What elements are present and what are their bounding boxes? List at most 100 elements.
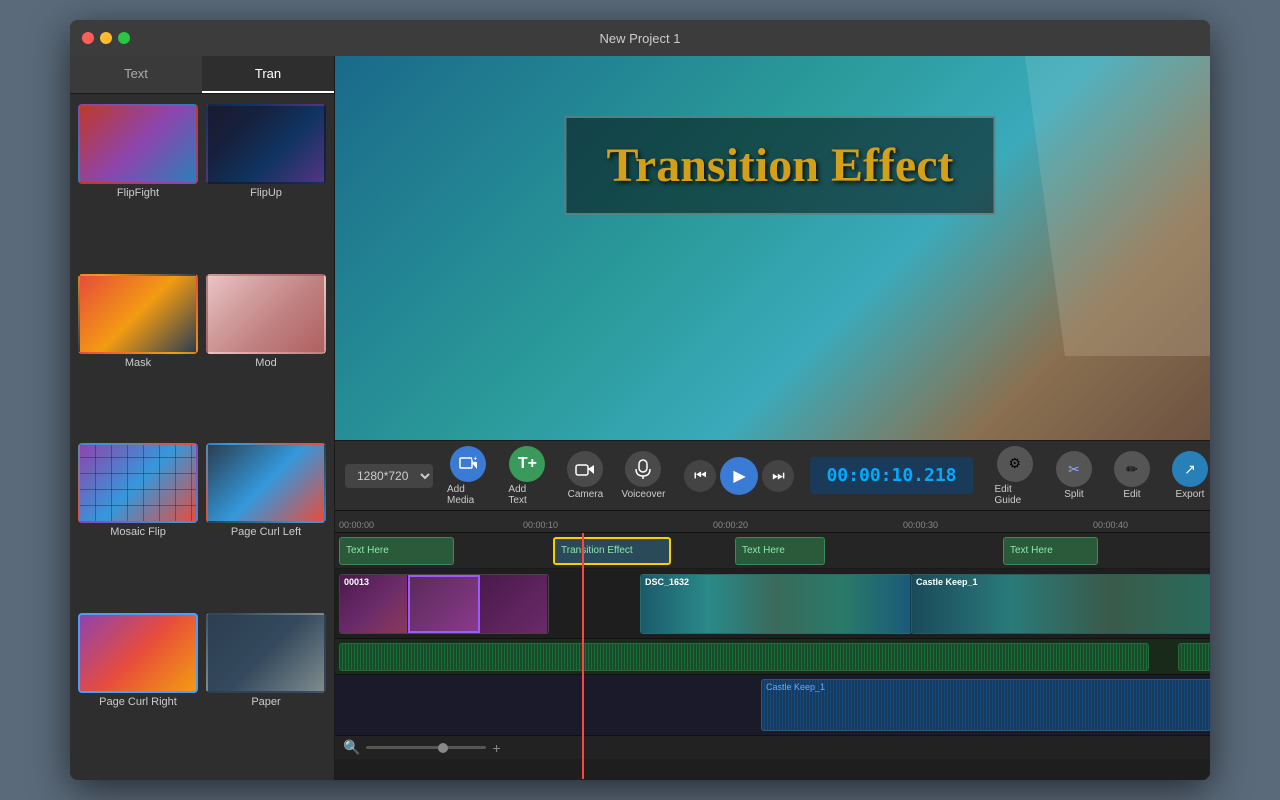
effect-flipup[interactable]: FlipUp — [202, 98, 330, 268]
split-icon: ✂ — [1056, 451, 1092, 487]
ruler-mark-2: 00:00:20 — [713, 520, 748, 530]
title-bar: New Project 1 — [70, 20, 1210, 56]
video-clip-label-0: 00013 — [344, 577, 369, 587]
text-clip-1[interactable]: Transition Effect — [553, 537, 671, 565]
zoom-thumb[interactable] — [438, 743, 448, 753]
audio-clip-0 — [339, 643, 1149, 671]
svg-text:+: + — [473, 456, 477, 462]
split-button[interactable]: ✂ Split — [1049, 447, 1099, 504]
ruler-mark-4: 00:00:40 — [1093, 520, 1128, 530]
add-text-icon: T+ — [509, 446, 545, 482]
text-clip-label-0: Text Here — [346, 545, 389, 556]
audio-clip-1 — [1178, 643, 1210, 671]
music-clip-label-0: Castle Keep_1 — [766, 682, 825, 692]
split-label: Split — [1064, 489, 1083, 500]
video-clip-2[interactable]: Castle Keep_1 — [911, 574, 1210, 634]
zoom-slider[interactable] — [366, 746, 486, 749]
zoom-in-icon[interactable]: + — [492, 740, 500, 756]
add-text-button[interactable]: T+ Add Text — [502, 442, 552, 510]
effect-mod[interactable]: Mod — [202, 268, 330, 438]
text-clip-label-3: Text Here — [1010, 545, 1053, 556]
effect-label-flipup: FlipUp — [250, 187, 282, 199]
playback-controls: ⏮ ▶ ⏭ — [684, 457, 794, 495]
left-panel: Text Tran FlipFight FlipUp Mask — [70, 56, 335, 780]
text-clip-0[interactable]: Text Here — [339, 537, 454, 565]
rewind-button[interactable]: ⏮ — [684, 460, 716, 492]
close-button[interactable] — [82, 32, 94, 44]
add-media-icon: + — [450, 446, 486, 482]
toolbar: 1280*720 + Add Media T+ A — [335, 440, 1210, 510]
left-tab-bar: Text Tran — [70, 56, 334, 94]
edit-icon: ✏ — [1114, 451, 1150, 487]
video-clip-label-1: DSC_1632 — [645, 577, 689, 587]
fast-forward-button[interactable]: ⏭ — [762, 460, 794, 492]
timeline-content[interactable]: Text Here Transition Effect Text Here Te… — [335, 533, 1210, 779]
effect-label-pagecurlleft: Page Curl Left — [231, 526, 301, 538]
minimize-button[interactable] — [100, 32, 112, 44]
ruler-mark-1: 00:00:10 — [523, 520, 558, 530]
text-track: Text Here Transition Effect Text Here Te… — [335, 533, 1210, 569]
effect-page-curl-right[interactable]: Page Curl Right — [74, 607, 202, 777]
effect-mosaic-flip[interactable]: Mosaic Flip — [74, 437, 202, 607]
main-layout: Text Tran FlipFight FlipUp Mask — [70, 56, 1210, 780]
export-label: Export — [1176, 489, 1205, 500]
window-title: New Project 1 — [600, 31, 681, 46]
edit-guide-icon: ⚙ — [997, 446, 1033, 482]
tab-tran[interactable]: Tran — [202, 56, 334, 93]
text-clip-3[interactable]: Text Here — [1003, 537, 1098, 565]
curl-effect — [1025, 56, 1210, 356]
camera-icon — [567, 451, 603, 487]
export-button[interactable]: ↗ Export — [1165, 447, 1210, 504]
center-area: Transition Effect 1280*720 — [335, 56, 1210, 780]
camera-label: Camera — [568, 489, 604, 500]
video-clip-1[interactable]: DSC_1632 — [640, 574, 912, 634]
effect-label-flipfight: FlipFight — [117, 187, 159, 199]
zoom-out-icon[interactable]: 🔍 — [343, 739, 360, 756]
edit-button[interactable]: ✏ Edit — [1107, 447, 1157, 504]
effect-page-curl-left[interactable]: Page Curl Left — [202, 437, 330, 607]
resolution-select[interactable]: 1280*720 — [345, 464, 433, 488]
effect-mask[interactable]: Mask — [74, 268, 202, 438]
effect-label-mask: Mask — [125, 357, 151, 369]
effect-flipfight[interactable]: FlipFight — [74, 98, 202, 268]
text-clip-2[interactable]: Text Here — [735, 537, 825, 565]
audio-track — [335, 639, 1210, 675]
video-track: 00013 DSC_1632 — [335, 569, 1210, 639]
preview-text-overlay: Transition Effect — [564, 116, 995, 215]
play-button[interactable]: ▶ — [720, 457, 758, 495]
edit-guide-label: Edit Guide — [995, 484, 1035, 506]
video-clip-label-2: Castle Keep_1 — [916, 577, 978, 587]
ruler-mark-3: 00:00:30 — [903, 520, 938, 530]
voiceover-button[interactable]: Voiceover — [618, 447, 668, 504]
app-window: New Project 1 Text Tran FlipFight FlipUp — [70, 20, 1210, 780]
text-clip-label-2: Text Here — [742, 545, 785, 556]
effect-paper[interactable]: Paper — [202, 607, 330, 777]
add-media-button[interactable]: + Add Media — [441, 442, 494, 510]
ruler-mark-0: 00:00:00 — [339, 520, 374, 530]
music-track: Castle Keep_1 — [335, 675, 1210, 735]
edit-guide-button[interactable]: ⚙ Edit Guide — [989, 442, 1041, 510]
add-text-label: Add Text — [508, 484, 546, 506]
timeline-ruler: 00:00:00 00:00:10 00:00:20 00:00:30 00:0… — [335, 511, 1210, 533]
voiceover-icon — [625, 451, 661, 487]
effect-label-paper: Paper — [251, 696, 280, 708]
timeline-footer: 🔍 + — [335, 735, 1210, 759]
effect-label-pagecurlright: Page Curl Right — [99, 696, 177, 708]
video-clip-0[interactable]: 00013 — [339, 574, 549, 634]
camera-button[interactable]: Camera — [560, 447, 610, 504]
music-clip-0[interactable]: Castle Keep_1 — [761, 679, 1210, 731]
timecode-display: 00:00:10.218 — [810, 457, 972, 494]
voiceover-label: Voiceover — [621, 489, 665, 500]
tab-text[interactable]: Text — [70, 56, 202, 93]
traffic-lights — [82, 32, 130, 44]
effect-label-mod: Mod — [255, 357, 276, 369]
export-icon: ↗ — [1172, 451, 1208, 487]
add-media-label: Add Media — [447, 484, 488, 506]
preview-area: Transition Effect — [335, 56, 1210, 440]
edit-label: Edit — [1123, 489, 1140, 500]
text-clip-label-1: Transition Effect — [561, 545, 633, 556]
maximize-button[interactable] — [118, 32, 130, 44]
preview-canvas: Transition Effect — [335, 56, 1210, 440]
timeline: 00:00:00 00:00:10 00:00:20 00:00:30 00:0… — [335, 510, 1210, 780]
effect-label-mosaic: Mosaic Flip — [110, 526, 166, 538]
